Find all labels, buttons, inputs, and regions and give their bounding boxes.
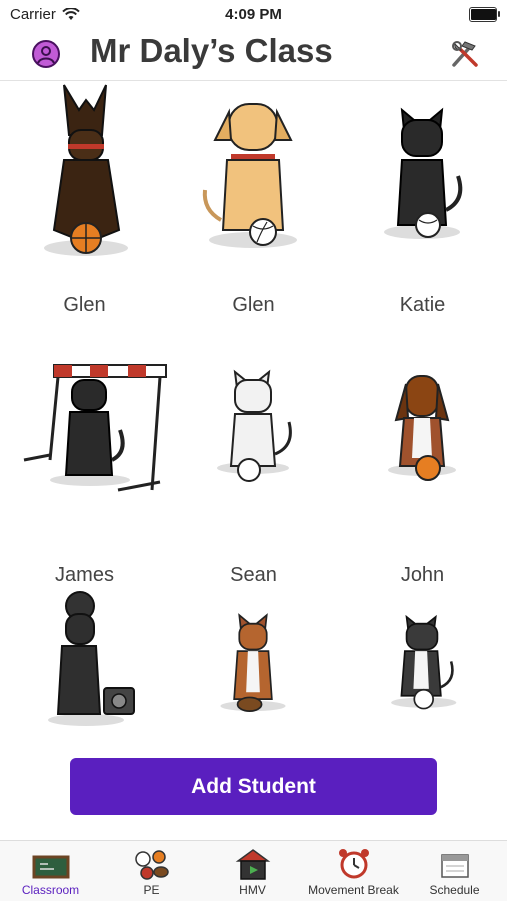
tab-movement-break[interactable]: Movement Break <box>303 841 404 901</box>
black-poodle-icon <box>48 591 135 726</box>
battery-icon <box>469 7 500 22</box>
student-name: John <box>400 564 445 586</box>
tab-classroom[interactable]: Classroom <box>0 841 101 901</box>
doberman-dog-icon <box>44 84 128 256</box>
calendar-icon <box>441 854 469 878</box>
person-icon <box>37 46 55 64</box>
header: Mr Daly’s Class <box>0 28 507 81</box>
sports-balls-icon <box>135 850 169 880</box>
hammer-wrench-icon <box>452 41 478 67</box>
student-name: Glen <box>232 294 275 316</box>
alarm-clock-icon <box>339 849 369 879</box>
tab-hmv[interactable]: HMV <box>202 841 303 901</box>
basenji-dog-icon <box>220 613 286 712</box>
tab-schedule[interactable]: Schedule <box>404 841 505 901</box>
tab-pe[interactable]: PE <box>101 841 202 901</box>
black-cat-hurdle-icon <box>23 364 167 492</box>
student-card[interactable]: Sean <box>169 350 338 594</box>
add-student-button[interactable]: Add Student <box>70 758 437 815</box>
student-name: James <box>55 564 114 586</box>
page-title: Mr Daly’s Class <box>90 32 333 69</box>
student-name: Glen <box>63 294 106 316</box>
battery-fill <box>471 9 496 20</box>
student-card[interactable]: James <box>0 350 169 594</box>
student-name: Sean <box>230 564 277 586</box>
student-card[interactable]: Katie <box>338 80 507 324</box>
chalkboard-icon <box>32 855 70 879</box>
tools-settings-button[interactable] <box>449 38 481 70</box>
tab-label: Classroom <box>21 883 80 897</box>
profile-avatar-button[interactable] <box>32 40 60 68</box>
black-cat-icon <box>384 107 463 239</box>
labrador-dog-icon <box>202 103 297 248</box>
tab-label: PE <box>143 883 160 897</box>
student-card[interactable]: John <box>338 350 507 594</box>
student-name: Katie <box>399 294 446 316</box>
tab-label: Movement Break <box>308 883 399 897</box>
status-bar: Carrier 4:09 PM <box>0 0 507 28</box>
basset-dog-icon <box>388 375 456 481</box>
student-card[interactable]: Glen <box>169 80 338 324</box>
tab-label: HMV <box>239 883 266 897</box>
tab-label: Schedule <box>429 883 480 897</box>
student-card[interactable]: Glen <box>0 80 169 324</box>
tuxedo-cat-icon <box>391 614 457 710</box>
status-time: 4:09 PM <box>225 6 282 23</box>
white-cat-icon <box>217 369 292 482</box>
tab-bar: Classroom PE HMV Movement Break Schedule <box>0 840 507 901</box>
house-video-icon <box>235 849 271 880</box>
